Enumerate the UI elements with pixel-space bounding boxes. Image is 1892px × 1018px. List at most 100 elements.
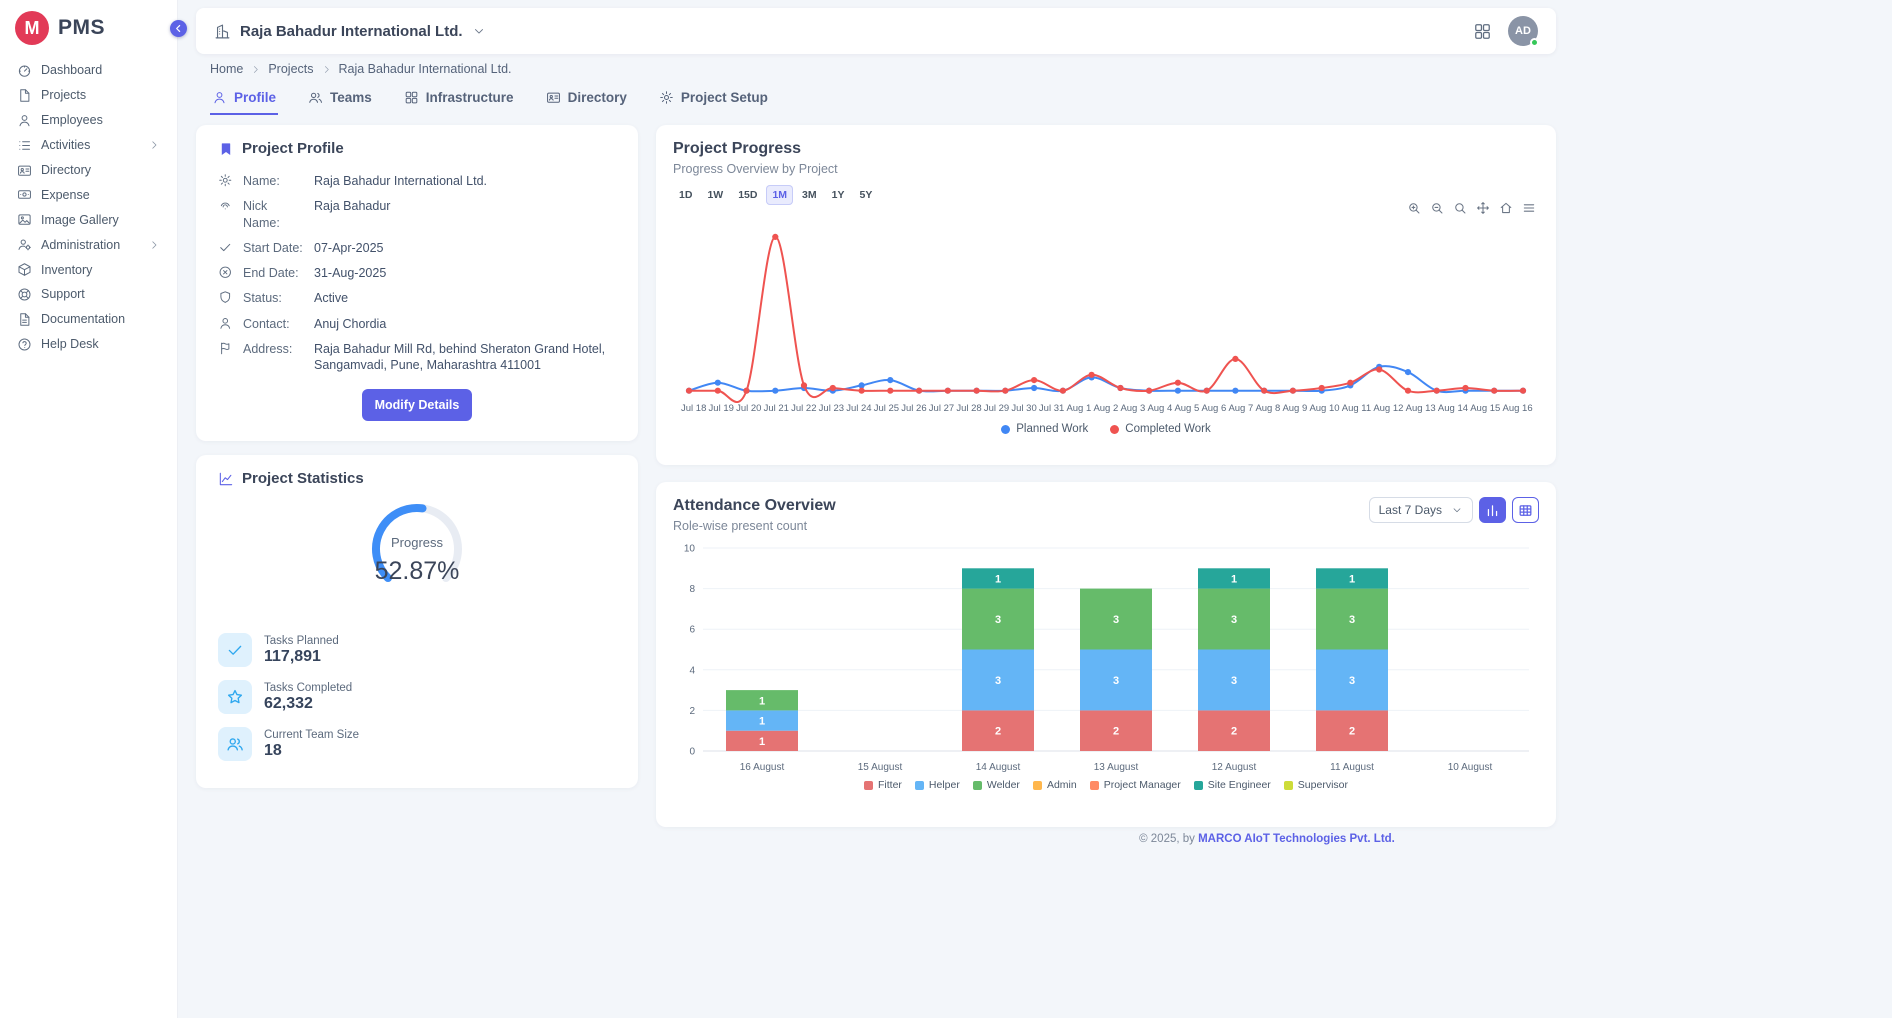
apps-grid-icon[interactable] (1473, 22, 1492, 41)
x-tick-label: Aug 6 (1201, 403, 1226, 414)
table-view-button[interactable] (1512, 497, 1539, 523)
legend-item-planned-work[interactable]: Planned Work (1001, 423, 1088, 435)
sidebar-collapse-button[interactable] (170, 20, 187, 37)
field-name: Name:Raja Bahadur International Ltd. (218, 173, 616, 189)
stat-list: Tasks Planned117,891Tasks Completed62,33… (218, 633, 616, 761)
range-5y-button[interactable]: 5Y (853, 185, 878, 205)
sidebar-item-documentation[interactable]: Documentation (10, 307, 167, 332)
table-icon (1518, 503, 1533, 518)
field-nick-name: Nick Name:Raja Bahadur (218, 198, 616, 231)
sidebar-item-support[interactable]: Support (10, 282, 167, 307)
legend-item-fitter[interactable]: Fitter (864, 779, 902, 791)
range-1w-button[interactable]: 1W (701, 185, 729, 205)
bar-view-button[interactable] (1479, 497, 1506, 523)
project-statistics-card: Project Statistics Progress 52.87% Tasks… (196, 455, 638, 788)
sidebar-item-inventory[interactable]: Inventory (10, 257, 167, 282)
sidebar-item-label: Inventory (41, 263, 92, 277)
range-1m-button[interactable]: 1M (766, 185, 793, 205)
sidebar-item-label: Dashboard (41, 63, 102, 77)
sidebar-item-label: Projects (41, 88, 86, 102)
tab-bar: Profile Teams Infrastructure Directory Proje… (196, 83, 1892, 115)
svg-text:3: 3 (1113, 675, 1119, 687)
svg-text:2: 2 (1231, 726, 1237, 738)
app-logo[interactable]: M PMS (0, 0, 177, 56)
range-15d-button[interactable]: 15D (732, 185, 763, 205)
tab-profile[interactable]: Profile (210, 83, 278, 115)
date-range-select[interactable]: Last 7 Days (1369, 497, 1473, 523)
sidebar-item-projects[interactable]: Projects (10, 83, 167, 108)
users-icon (308, 90, 323, 105)
stat-value: 62,332 (264, 695, 352, 713)
legend-item-supervisor[interactable]: Supervisor (1284, 779, 1348, 791)
x-tick-label: Jul 31 (1039, 403, 1064, 414)
chart-toolbar (1407, 201, 1536, 215)
legend-item-site-engineer[interactable]: Site Engineer (1194, 779, 1271, 791)
x-tick-label: Aug 15 (1470, 403, 1500, 414)
gauge-label: Progress (352, 535, 482, 550)
sidebar-item-directory[interactable]: Directory (10, 158, 167, 183)
legend-item-welder[interactable]: Welder (973, 779, 1020, 791)
bookmark-icon (218, 141, 234, 157)
x-tick-label: Aug 4 (1147, 403, 1172, 414)
logo-icon: M (15, 11, 49, 45)
tab-label: Teams (330, 90, 372, 105)
sidebar-item-administration[interactable]: Administration (10, 232, 167, 257)
breadcrumb-item-projects[interactable]: Projects (268, 62, 313, 76)
tab-infrastructure[interactable]: Infrastructure (402, 83, 516, 115)
x-tick-label: Aug 11 (1342, 403, 1371, 414)
zoom-in-icon[interactable] (1407, 201, 1421, 215)
search-icon[interactable] (1453, 201, 1467, 215)
legend-item-project-manager[interactable]: Project Manager (1090, 779, 1181, 791)
field-value: 31-Aug-2025 (314, 265, 616, 281)
sidebar-item-employees[interactable]: Employees (10, 108, 167, 133)
svg-text:1: 1 (759, 716, 765, 728)
home-icon[interactable] (1499, 201, 1513, 215)
sidebar-item-help-desk[interactable]: Help Desk (10, 332, 167, 357)
attendance-head: Attendance Overview Role-wise present co… (673, 497, 1539, 533)
footer-link[interactable]: MARCO AIoT Technologies Pvt. Ltd. (1198, 833, 1395, 845)
svg-text:2: 2 (689, 706, 695, 717)
stat-icon-box (218, 680, 252, 714)
field-contact: Contact:Anuj Chordia (218, 316, 616, 332)
range-1d-button[interactable]: 1D (673, 185, 698, 205)
legend-item-helper[interactable]: Helper (915, 779, 960, 791)
legend-item-completed-work[interactable]: Completed Work (1110, 423, 1210, 435)
x-tick-label: Jul 20 (736, 403, 761, 414)
x-tick-label: Jul 21 (764, 403, 789, 414)
svg-text:16 August: 16 August (740, 762, 785, 773)
sidebar-item-expense[interactable]: Expense (10, 182, 167, 207)
move-icon[interactable] (1476, 201, 1490, 215)
legend-item-admin[interactable]: Admin (1033, 779, 1077, 791)
tab-project-setup[interactable]: Project Setup (657, 83, 770, 115)
range-1y-button[interactable]: 1Y (826, 185, 851, 205)
gauge-value: 52.87% (352, 557, 482, 586)
sidebar-item-dashboard[interactable]: Dashboard (10, 58, 167, 83)
stat-icon-box (218, 727, 252, 761)
svg-text:1: 1 (759, 695, 765, 707)
check-icon (218, 240, 233, 255)
svg-text:3: 3 (1231, 675, 1237, 687)
sidebar-item-image-gallery[interactable]: Image Gallery (10, 207, 167, 232)
company-selector[interactable]: Raja Bahadur International Ltd. (214, 23, 486, 40)
x-tick-label: Aug 10 (1309, 403, 1339, 414)
breadcrumb-item-home[interactable]: Home (210, 62, 243, 76)
field-label: Status: (243, 290, 305, 306)
range-3m-button[interactable]: 3M (796, 185, 823, 205)
zoom-out-icon[interactable] (1430, 201, 1444, 215)
attendance-overview-card: Attendance Overview Role-wise present co… (656, 482, 1556, 827)
svg-text:3: 3 (995, 675, 1001, 687)
flag-icon (218, 341, 233, 356)
svg-text:1: 1 (1349, 573, 1355, 585)
chevron-down-icon (1451, 504, 1463, 516)
sidebar-item-activities[interactable]: Activities (10, 133, 167, 158)
image-icon (17, 212, 32, 227)
modify-details-button[interactable]: Modify Details (362, 389, 473, 421)
avatar[interactable]: AD (1508, 16, 1538, 46)
svg-text:2: 2 (1349, 726, 1355, 738)
tab-teams[interactable]: Teams (306, 83, 374, 115)
menu-icon[interactable] (1522, 201, 1536, 215)
user-icon (212, 90, 227, 105)
tab-directory[interactable]: Directory (544, 83, 629, 115)
field-label: Nick Name: (243, 198, 305, 231)
svg-text:3: 3 (1113, 614, 1119, 626)
